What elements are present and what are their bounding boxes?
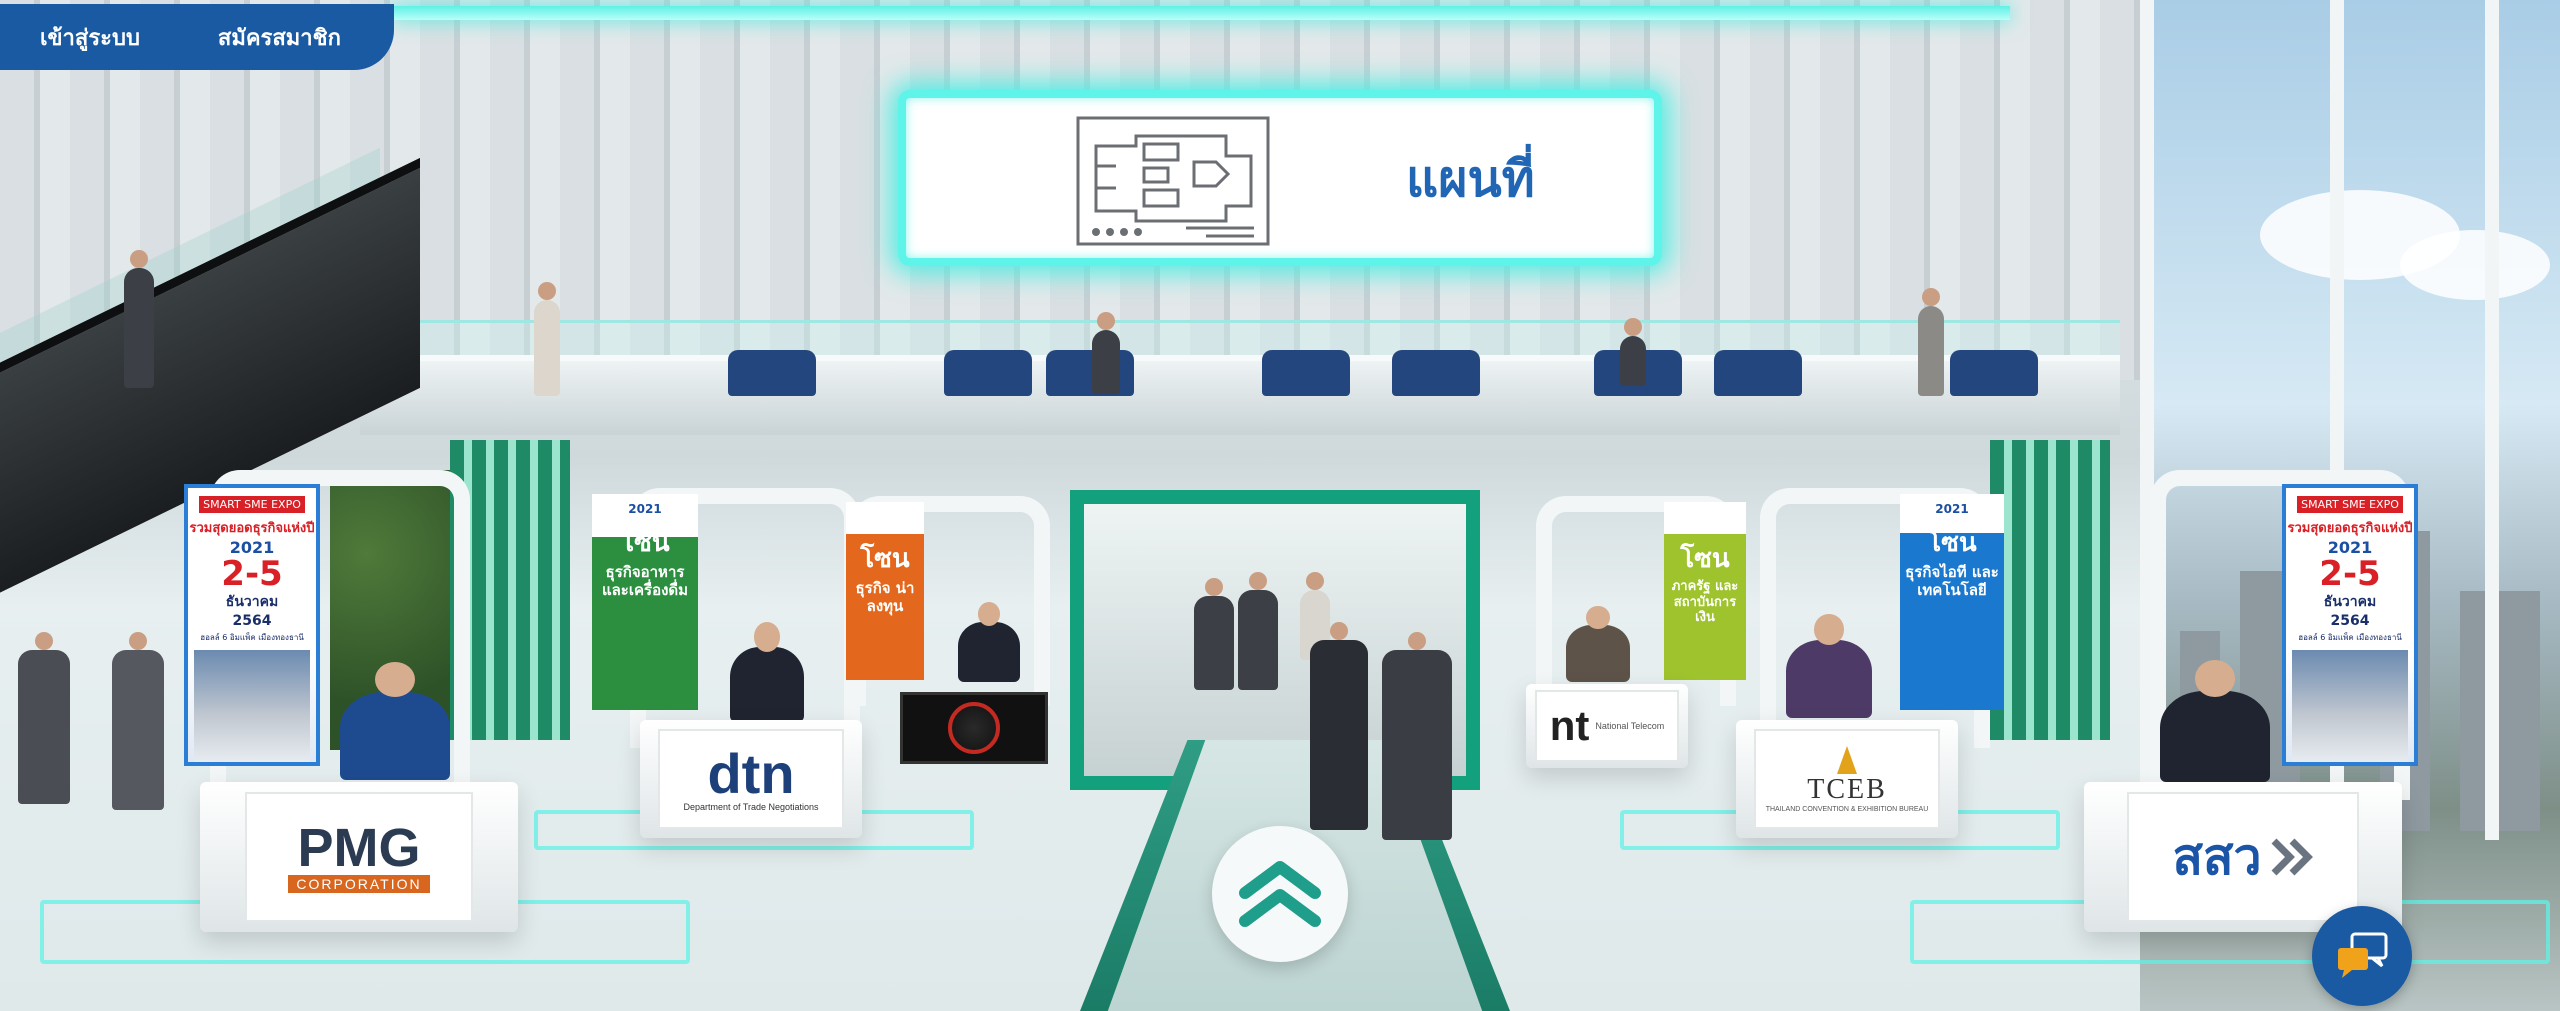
register-button[interactable]: สมัครสมาชิก [218,20,341,55]
booth-staff-figure [340,662,450,780]
visitor-figure [1310,622,1368,830]
green-wall-slats [1990,440,2110,740]
login-button[interactable]: เข้าสู่ระบบ [40,20,140,55]
expo-poster-photo [194,650,310,762]
mezzanine-glass-rail [360,320,2120,360]
zone-food-title: ธุรกิจอาหาร และเครื่องดื่ม [601,563,689,599]
booth-counter-tceb[interactable]: TCEB THAILAND CONVENTION & EXHIBITION BU… [1736,720,1958,838]
expo-poster-venue: ฮอลล์ 6 อิมแพ็ค เมืองทองธานี [200,633,304,642]
dtn-logo-text: dtn [707,742,795,805]
sofa [728,350,816,396]
dtn-logo-sub: Department of Trade Negotiations [683,802,819,812]
booth-staff-figure [2160,660,2270,782]
zone-food-label: โซน [620,528,670,558]
expo-poster-venue: ฮอลล์ 6 อิมแพ็ค เมืองทองธานี [2298,633,2402,642]
visitor-figure [1092,312,1120,394]
visitor-figure [534,282,560,396]
booth-logo-sorsorwor: สสว [2127,792,2359,922]
zone-food-poster[interactable]: 2021 โซน ธุรกิจอาหาร และเครื่องดื่ม [592,494,698,710]
expo-poster-thai-year: 2564 [232,613,272,629]
visitor-figure [124,250,154,388]
expo-poster-right[interactable]: SMART SME EXPO รวมสุดยอดธุรกิจแห่งปี 202… [2282,484,2418,766]
visitor-figure [112,632,164,810]
expo-poster-left[interactable]: SMART SME EXPO รวมสุดยอดธุรกิจแห่งปี 202… [184,484,320,766]
expo-poster-photo [2292,650,2408,762]
sorsorwor-logo-text: สสว [2172,827,2262,886]
booth-logo-dtn: dtn Department of Trade Negotiations [658,729,844,829]
expo-poster-month: ธันวาคม [2323,594,2377,610]
double-chevron-right-icon [2271,838,2313,876]
zone-gov-title: ภาครัฐ และสถาบันการเงิน [1671,579,1739,626]
booth-staff-figure [1786,614,1872,718]
booth-counter-pmg[interactable]: PMG CORPORATION [200,782,518,932]
floor-plan-icon [1076,116,1270,246]
sofa [1262,350,1350,396]
sofa [1714,350,1802,396]
nt-logo-sub: National Telecom [1595,721,1665,731]
building [2460,591,2540,831]
expo-poster-thai-year: 2564 [2330,613,2370,629]
booth-staff-figure [1566,606,1630,682]
auth-bar: เข้าสู่ระบบ สมัครสมาชิก [0,4,394,70]
cloud [2400,230,2550,300]
tceb-logo-text: TCEB [1807,773,1887,805]
double-chevron-up-icon [1239,861,1321,927]
zone-invest-label: โซน [860,544,910,574]
zone-food-year: 2021 [628,502,662,516]
sofa [1950,350,2038,396]
ceiling-neon-strip [390,6,2010,20]
zone-it-year: 2021 [1935,502,1969,516]
mezzanine-floor [360,355,2120,435]
visitor-figure [1620,318,1646,386]
expo-poster-headline: รวมสุดยอดธุรกิจแห่งปี [189,521,315,536]
expo-poster-month: ธันวาคม [225,594,279,610]
pmg-logo-sub: CORPORATION [288,875,430,893]
chat-bubbles-icon [2338,932,2388,978]
nt-logo-text: nt [1549,702,1590,749]
zone-invest-title: ธุรกิจ น่าลงทุน [855,579,915,615]
expo-poster-tag: SMART SME EXPO [199,496,305,513]
move-forward-button[interactable] [1212,826,1348,962]
zone-it-poster[interactable]: 2021 โซน ธุรกิจไอที และเทคโนโลยี [1900,494,2004,710]
booth-staff-figure [958,602,1020,682]
zone-it-title: ธุรกิจไอที และเทคโนโลยี [1905,563,1999,599]
zone-it-label: โซน [1927,528,1977,558]
map-label: แผนที่ [1406,150,1535,208]
zone-gov-poster[interactable]: โซน ภาครัฐ และสถาบันการเงิน [1664,502,1746,680]
sofa [1046,350,1134,396]
expo-poster-dates: 2-5 [221,554,283,594]
emblem-seal-icon [948,702,1000,754]
zone-invest-poster[interactable]: โซน ธุรกิจ น่าลงทุน [846,502,924,680]
map-button[interactable]: แผนที่ [898,90,1662,266]
booth-video-screen[interactable] [900,692,1048,764]
booth-logo-tceb: TCEB THAILAND CONVENTION & EXHIBITION BU… [1754,729,1940,829]
booth-logo-nt: nt National Telecom [1535,690,1679,762]
booth-counter-nt[interactable]: nt National Telecom [1526,684,1688,768]
chat-button[interactable] [2312,906,2412,1006]
window-frame [2485,0,2499,840]
expo-poster-headline: รวมสุดยอดธุรกิจแห่งปี [2287,521,2413,536]
pmg-logo-text: PMG [297,818,421,878]
tceb-logo-sub: THAILAND CONVENTION & EXHIBITION BUREAU [1765,805,1929,813]
visitor-figure [1238,572,1278,690]
visitor-figure [1382,632,1452,840]
sofa [1392,350,1480,396]
booth-logo-pmg: PMG CORPORATION [245,792,473,922]
booth-counter-dtn[interactable]: dtn Department of Trade Negotiations [640,720,862,838]
flame-icon [1837,745,1857,774]
expo-poster-tag: SMART SME EXPO [2297,496,2403,513]
booth-staff-figure [730,622,804,722]
visitor-figure [18,632,70,804]
visitor-figure [1918,288,1944,396]
visitor-figure [1194,578,1234,690]
zone-gov-label: โซน [1680,544,1730,574]
sofa [944,350,1032,396]
expo-poster-dates: 2-5 [2319,554,2381,594]
